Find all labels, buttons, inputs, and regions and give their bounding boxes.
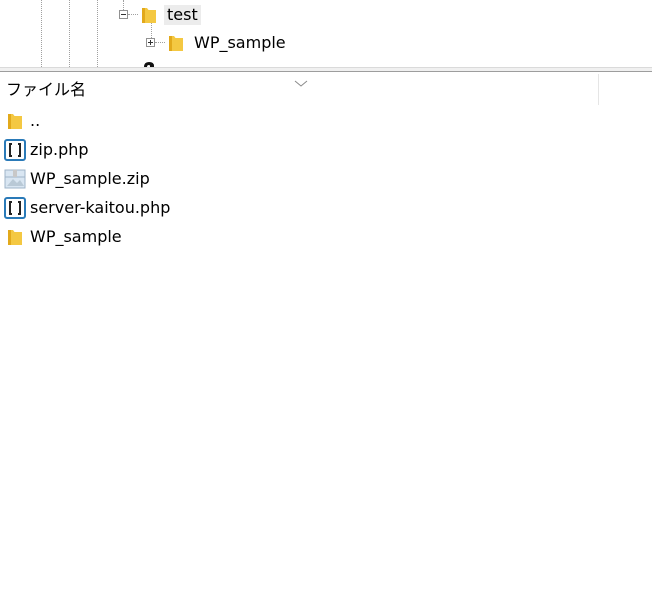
list-item[interactable]: .. <box>0 106 652 135</box>
folder-tree[interactable]: test WP_sample <box>0 0 652 67</box>
tree-guide-line <box>69 0 70 67</box>
folder-icon <box>4 110 26 132</box>
file-list-header: ファイル名 <box>0 74 652 106</box>
tree-node-label[interactable]: WP_sample <box>194 33 286 53</box>
column-divider[interactable] <box>598 74 599 105</box>
php-file-icon <box>4 138 26 161</box>
list-item[interactable]: server-kaitou.php <box>0 193 652 222</box>
column-header-filename[interactable]: ファイル名 <box>6 80 86 100</box>
file-list[interactable]: .. zip.php WP_sample.zip server-kaitou.p… <box>0 106 652 251</box>
tree-guide-line <box>123 0 124 10</box>
expand-icon[interactable] <box>146 38 155 47</box>
tree-node-label[interactable]: test <box>164 5 201 25</box>
zip-file-icon <box>4 168 26 190</box>
tree-connector <box>128 14 138 15</box>
php-file-icon <box>4 196 26 219</box>
collapse-icon[interactable] <box>119 10 128 19</box>
folder-icon <box>141 4 157 24</box>
folder-icon <box>168 32 184 52</box>
list-item-label: server-kaitou.php <box>30 197 171 217</box>
list-item[interactable]: WP_sample.zip <box>0 164 652 193</box>
chevron-down-icon <box>294 73 308 92</box>
list-item-label: .. <box>30 110 41 130</box>
list-item-label: WP_sample.zip <box>30 168 150 188</box>
list-item-label: zip.php <box>30 139 89 159</box>
list-item-label: WP_sample <box>30 226 122 246</box>
list-item[interactable]: WP_sample <box>0 222 652 251</box>
folder-icon <box>4 226 26 248</box>
pane-splitter[interactable] <box>0 67 652 72</box>
tree-connector <box>155 42 165 43</box>
tree-guide-line <box>97 0 98 67</box>
list-item[interactable]: zip.php <box>0 135 652 164</box>
tree-guide-line <box>41 0 42 67</box>
